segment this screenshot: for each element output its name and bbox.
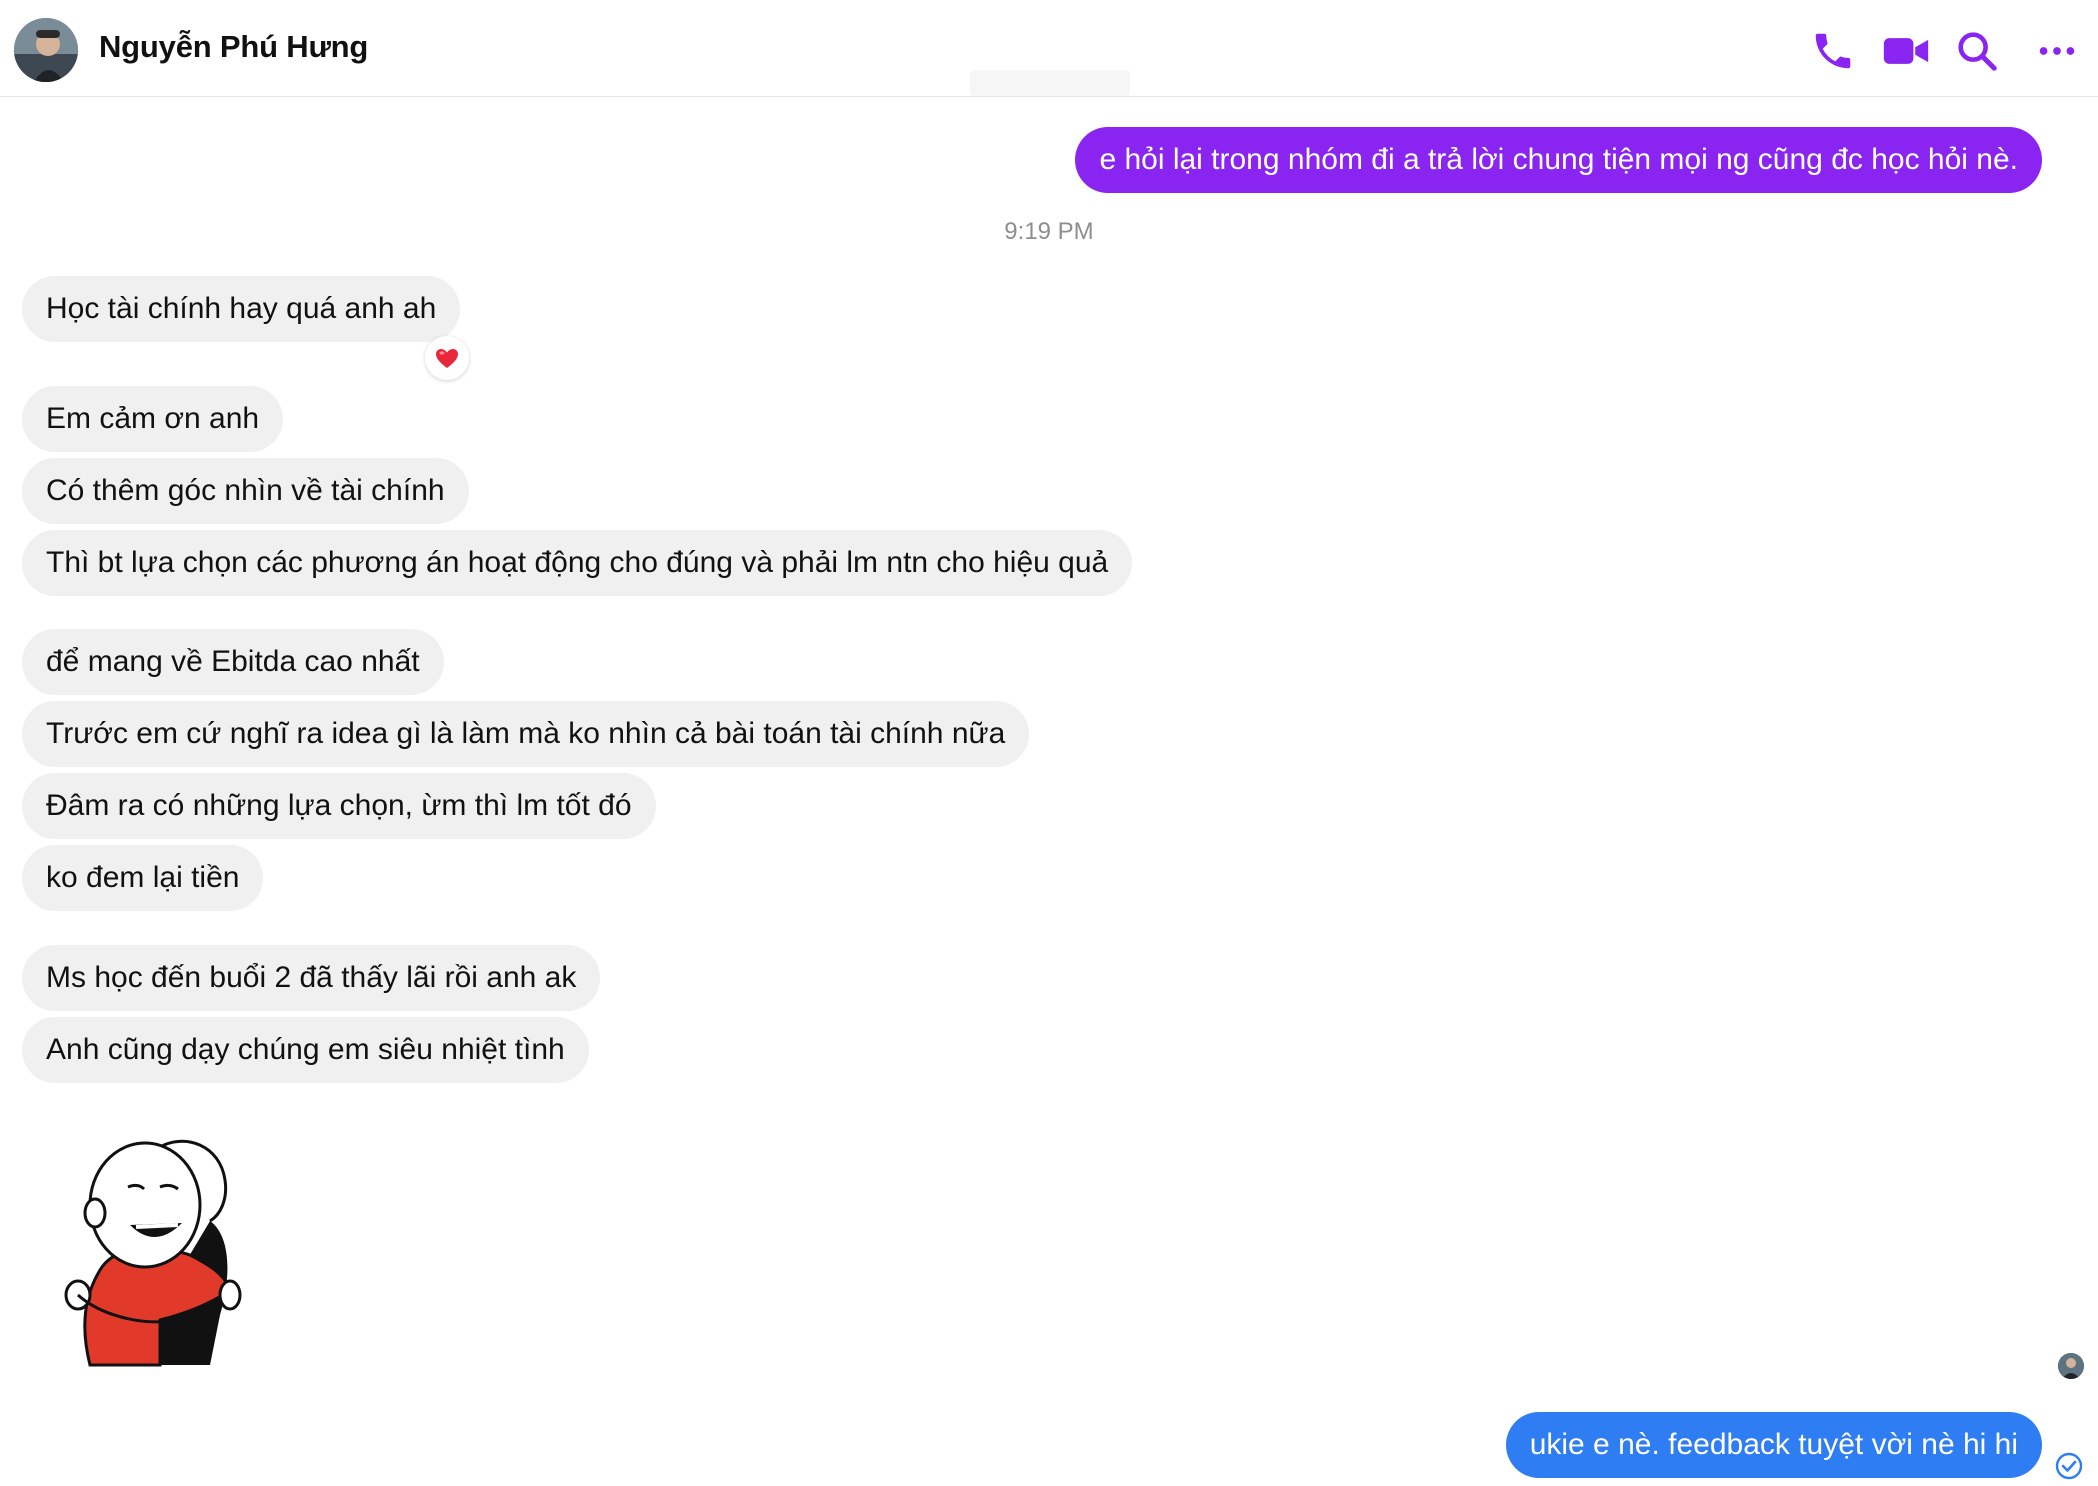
video-icon[interactable] bbox=[1882, 28, 1930, 74]
avatar-image bbox=[14, 18, 78, 82]
received-message[interactable]: Anh cũng dạy chúng em siêu nhiệt tình bbox=[22, 1017, 589, 1083]
seen-avatar bbox=[2058, 1353, 2084, 1379]
sent-message[interactable]: e hỏi lại trong nhóm đi a trả lời chung … bbox=[1075, 127, 2042, 193]
heart-icon bbox=[436, 349, 458, 368]
delivered-check-icon bbox=[2054, 1451, 2084, 1481]
avatar[interactable] bbox=[14, 18, 78, 82]
search-icon[interactable] bbox=[1954, 28, 2000, 74]
hug-sticker[interactable] bbox=[60, 1125, 250, 1370]
message-timestamp: 9:19 PM bbox=[1004, 218, 1094, 245]
received-message[interactable]: để mang về Ebitda cao nhất bbox=[22, 629, 444, 695]
more-icon[interactable] bbox=[2034, 28, 2080, 74]
received-message[interactable]: Trước em cứ nghĩ ra idea gì là làm mà ko… bbox=[22, 701, 1030, 767]
heart-reaction[interactable] bbox=[425, 336, 469, 380]
phone-icon[interactable] bbox=[1810, 28, 1856, 74]
previous-timestamp bbox=[970, 70, 1130, 96]
received-message[interactable]: Ms học đến buổi 2 đã thấy lãi rồi anh ak bbox=[22, 945, 601, 1011]
received-message[interactable]: Thì bt lựa chọn các phương án hoạt động … bbox=[22, 530, 1133, 596]
received-message[interactable]: Em cảm ơn anh bbox=[22, 386, 284, 452]
received-message[interactable]: Đâm ra có những lựa chọn, ừm thì lm tốt … bbox=[22, 773, 656, 839]
sent-message[interactable]: ukie e nè. feedback tuyệt vời nè hi hi bbox=[1505, 1412, 2042, 1478]
contact-name[interactable]: Nguyễn Phú Hưng bbox=[99, 29, 368, 65]
received-message[interactable]: Có thêm góc nhìn về tài chính bbox=[22, 458, 469, 524]
received-message[interactable]: Học tài chính hay quá anh ah bbox=[22, 276, 461, 342]
received-message[interactable]: ko đem lại tiền bbox=[22, 845, 264, 911]
